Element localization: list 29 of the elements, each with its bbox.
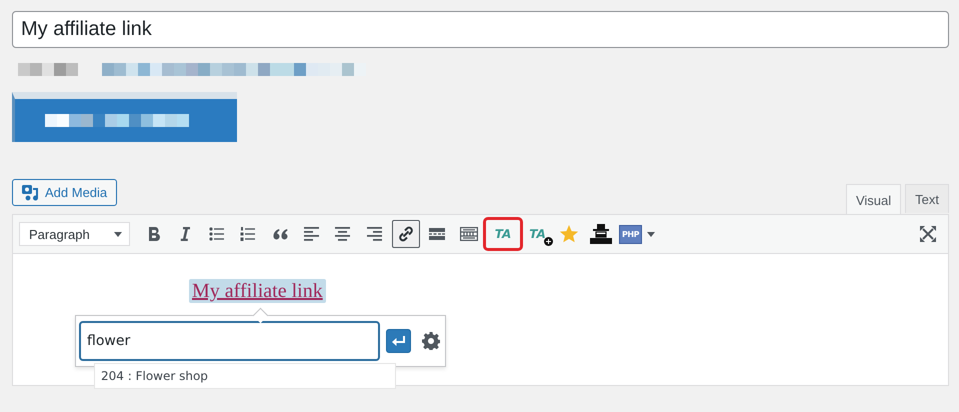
- star-icon: [559, 224, 579, 244]
- ta-button[interactable]: TA: [486, 220, 520, 248]
- link-button[interactable]: [392, 220, 420, 248]
- italic-icon: [178, 226, 192, 242]
- settings-icon[interactable]: [422, 332, 440, 350]
- apply-button[interactable]: [386, 329, 411, 353]
- title-field[interactable]: My affiliate link: [12, 11, 949, 48]
- fullscreen-icon: [920, 226, 936, 242]
- quote-icon: [272, 228, 288, 240]
- keyboard-icon: [460, 227, 478, 241]
- format-select[interactable]: Paragraph: [19, 222, 130, 246]
- media-icon: [22, 184, 39, 201]
- editor-tab[interactable]: Text: [905, 184, 949, 213]
- ta-add-button[interactable]: TA: [524, 220, 552, 248]
- numbered-list-icon: [240, 227, 256, 241]
- link-text[interactable]: My affiliate link: [189, 279, 326, 303]
- url-field[interactable]: flower: [79, 321, 380, 361]
- bold-icon: [146, 226, 160, 242]
- bullet-list-icon: [208, 227, 224, 241]
- align-left-icon: [304, 227, 318, 241]
- link-icon: [398, 226, 414, 242]
- editor-tab[interactable]: Visual: [846, 184, 902, 215]
- enter-icon: [392, 336, 406, 346]
- read-more-icon: [429, 228, 445, 240]
- hat-figure-icon: [590, 224, 612, 244]
- align-right-icon: [366, 227, 382, 241]
- php-button[interactable]: PHP: [618, 220, 656, 248]
- add-media-button[interactable]: Add Media: [12, 179, 118, 206]
- align-center-icon: [335, 227, 350, 241]
